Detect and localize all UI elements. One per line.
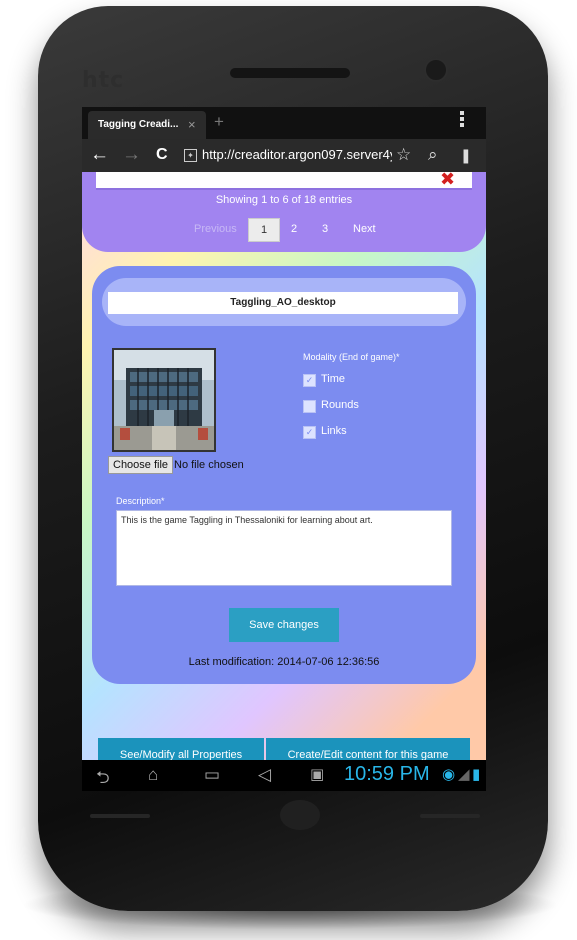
status-clock: 10:59 PM <box>344 763 430 785</box>
description-textarea[interactable]: This is the game Taggling in Thessalonik… <box>116 510 452 586</box>
home-nav-icon[interactable]: ⌂ <box>148 765 158 785</box>
title-wrapper: Taggling_AO_desktop <box>102 278 466 326</box>
checkbox-links[interactable]: ✓ <box>303 426 316 439</box>
option-label: Rounds <box>321 399 359 411</box>
phone-screen: Tagging Creadi... × + ← → C ✦ http://cre… <box>82 107 486 791</box>
recent-apps-icon[interactable]: ▭ <box>204 765 220 785</box>
phone-speaker <box>230 68 350 78</box>
volume-icon[interactable]: ◁ <box>258 765 271 785</box>
signal-icon: ◢ <box>458 766 470 783</box>
hw-key-center <box>280 800 320 830</box>
entries-summary: Showing 1 to 6 of 18 entries <box>215 194 353 206</box>
pagination-previous[interactable]: Previous <box>194 218 237 240</box>
pagination-next[interactable]: Next <box>353 218 376 240</box>
back-nav-icon[interactable]: ⮌ <box>96 765 110 791</box>
overflow-menu-icon[interactable] <box>460 111 464 129</box>
tab-title: Tagging Creadi... <box>98 119 179 130</box>
address-bar: ← → C ✦ http://creaditor.argon097.server… <box>82 139 486 172</box>
game-title-field[interactable]: Taggling_AO_desktop <box>108 292 458 314</box>
pagination-page-2[interactable]: 2 <box>291 218 297 240</box>
battery-icon: ▮ <box>472 766 481 783</box>
hw-key-right <box>420 814 480 818</box>
hardware-keys <box>80 800 500 860</box>
back-icon[interactable]: ← <box>90 144 109 166</box>
building-image <box>114 350 214 450</box>
wifi-icon: ◉ <box>442 766 456 783</box>
save-changes-button[interactable]: Save changes <box>229 608 339 642</box>
description-label: Description* <box>116 496 165 506</box>
modality-label: Modality (End of game)* <box>303 352 400 362</box>
web-page: ✖ Showing 1 to 6 of 18 entries Previous … <box>82 169 486 760</box>
url-field[interactable]: http://creaditor.argon097.server4y <box>202 147 392 162</box>
choose-file-button[interactable]: Choose file <box>108 456 174 474</box>
browser-tab-bar: Tagging Creadi... × + <box>82 107 486 139</box>
checkbox-rounds[interactable] <box>303 400 316 413</box>
hw-key-left <box>90 814 150 818</box>
star-icon[interactable]: ☆ <box>396 145 411 165</box>
bookmark-icon[interactable]: ❚ <box>460 147 472 164</box>
pagination: Previous 1 2 3 Next <box>82 218 486 242</box>
system-nav-bar: ⮌ ⌂ ▭ ◁ ▣ 10:59 PM ◉ ◢ ▮ <box>82 760 486 791</box>
forward-icon[interactable]: → <box>122 144 141 166</box>
phone-logo: htc <box>82 68 125 93</box>
search-icon[interactable]: ⌕ <box>428 145 438 165</box>
option-label: Time <box>321 373 346 385</box>
tab-close-icon[interactable]: × <box>188 117 196 132</box>
front-camera <box>424 58 448 82</box>
reload-icon[interactable]: C <box>156 146 168 164</box>
delete-icon[interactable]: ✖ <box>440 169 455 190</box>
site-icon: ✦ <box>184 149 197 162</box>
file-status: No file chosen <box>174 459 244 471</box>
pagination-page-1[interactable]: 1 <box>248 218 280 242</box>
game-thumbnail <box>112 348 216 452</box>
option-label: Links <box>321 425 347 437</box>
last-modification: Last modification: 2014-07-06 12:36:56 <box>188 656 380 668</box>
list-panel: ✖ Showing 1 to 6 of 18 entries Previous … <box>82 169 486 252</box>
new-tab-icon[interactable]: + <box>214 112 224 132</box>
pagination-page-3[interactable]: 3 <box>322 218 328 240</box>
notification-icon[interactable]: ▣ <box>310 765 324 783</box>
game-edit-card: Taggling_AO_desktop Choose file No file … <box>92 266 476 684</box>
list-row-remnant <box>96 172 472 190</box>
checkbox-time[interactable]: ✓ <box>303 374 316 387</box>
browser-tab[interactable]: Tagging Creadi... × <box>88 111 206 139</box>
